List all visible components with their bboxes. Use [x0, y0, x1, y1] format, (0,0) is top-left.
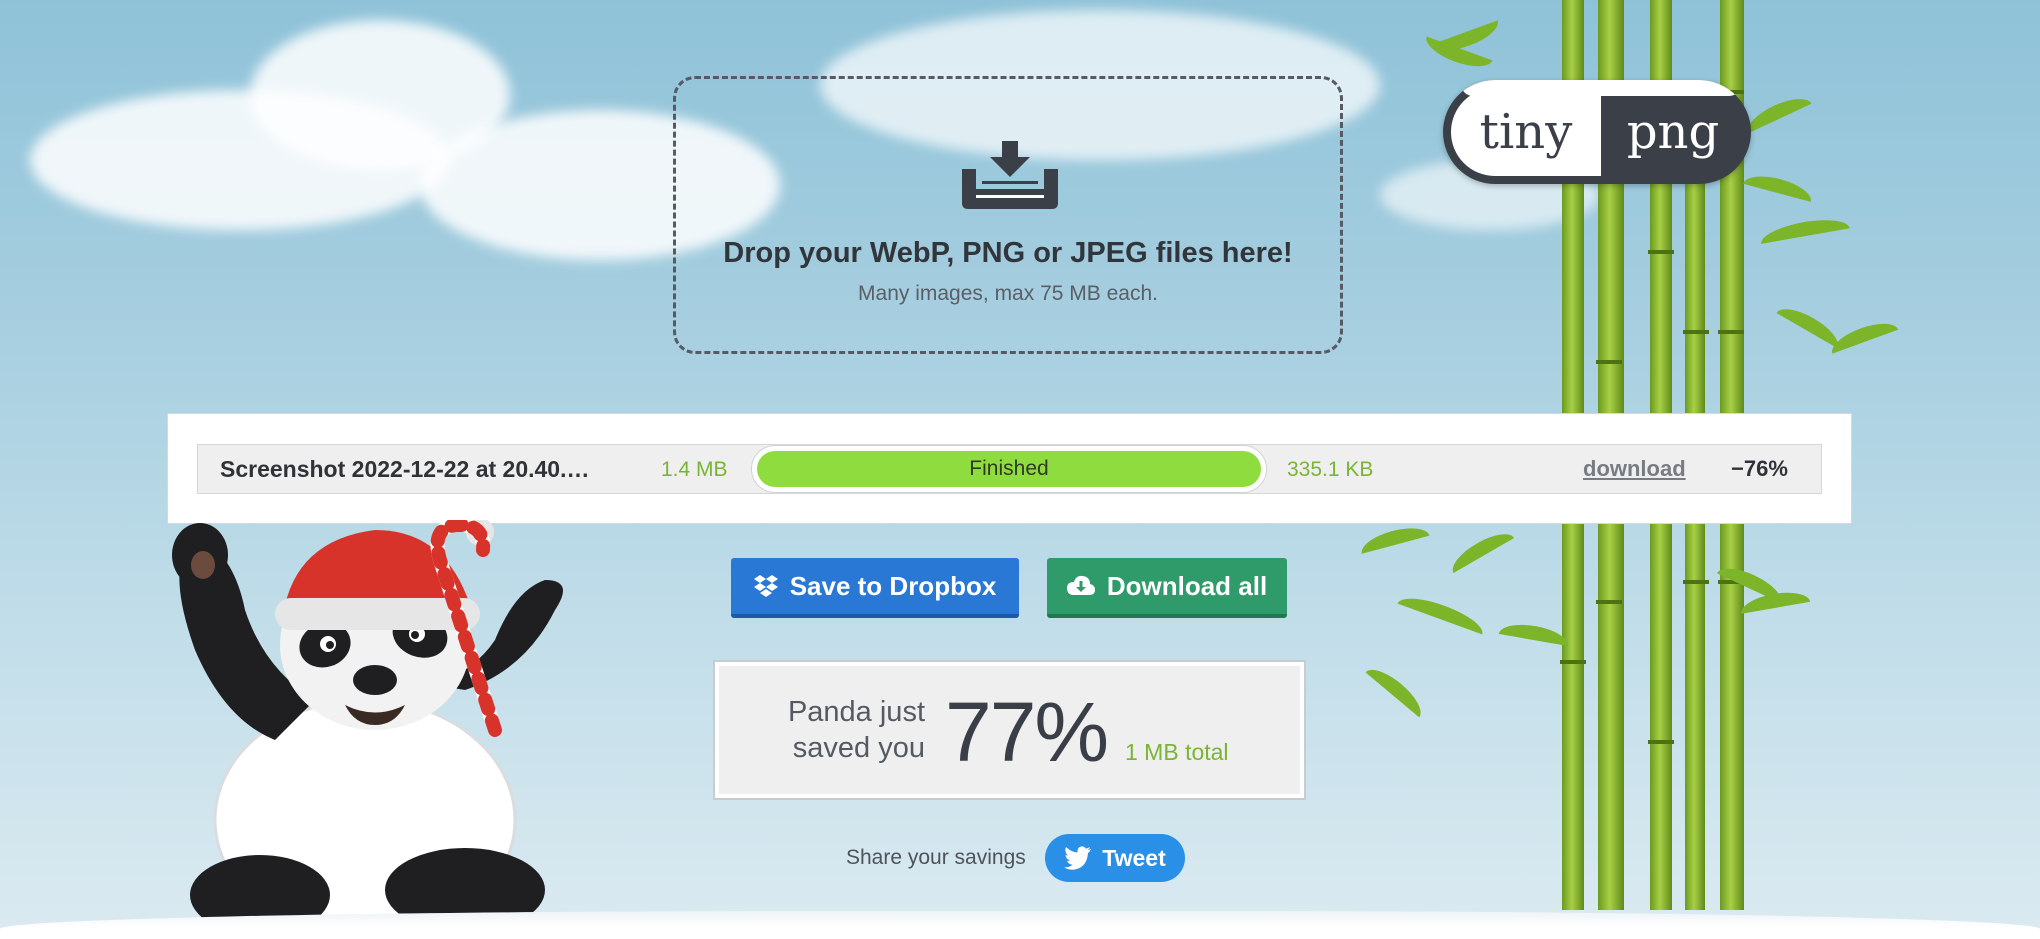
drop-zone-title: Drop your WebP, PNG or JPEG files here!	[723, 237, 1293, 269]
tweet-label: Tweet	[1102, 844, 1166, 871]
twitter-bird-icon	[1064, 846, 1092, 870]
dropbox-icon	[753, 575, 778, 597]
logo-tiny-text: tiny	[1479, 104, 1573, 160]
cloud-download-icon	[1066, 575, 1095, 595]
results-panel: Screenshot 2022-12-22 at 20.40.… 1.4 MB …	[167, 413, 1852, 524]
reduction-percent: −76%	[1731, 456, 1788, 481]
panda-mascot-illustration	[172, 520, 563, 920]
file-name: Screenshot 2022-12-22 at 20.40.…	[220, 456, 590, 482]
download-all-button[interactable]: Download all	[1047, 558, 1287, 618]
savings-percent: 77%	[945, 685, 1109, 779]
progress-bar: Finished	[751, 445, 1267, 493]
file-result-row: Screenshot 2022-12-22 at 20.40.… 1.4 MB …	[197, 444, 1822, 494]
download-tray-icon	[962, 141, 1058, 209]
savings-summary: Panda just saved you 77% 1 MB total	[713, 660, 1306, 800]
save-to-dropbox-button[interactable]: Save to Dropbox	[731, 558, 1019, 618]
share-label: Share your savings	[846, 846, 1026, 869]
tinypng-logo[interactable]: tiny png	[1443, 80, 1751, 184]
snow-ground	[0, 911, 2040, 939]
progress-status: Finished	[969, 457, 1049, 480]
download-all-label: Download all	[1106, 570, 1268, 601]
savings-caption-line2: saved you	[792, 732, 925, 764]
savings-total: 1 MB total	[1125, 739, 1229, 765]
savings-caption-line1: Panda just	[787, 696, 925, 728]
savings-caption: Panda just saved you	[775, 694, 925, 766]
save-to-dropbox-label: Save to Dropbox	[789, 570, 997, 601]
file-drop-zone[interactable]: Drop your WebP, PNG or JPEG files here! …	[673, 76, 1343, 354]
compressed-size: 335.1 KB	[1287, 458, 1374, 481]
tweet-button[interactable]: Tweet	[1045, 834, 1185, 882]
download-link[interactable]: download	[1583, 456, 1686, 482]
logo-png-text: png	[1626, 104, 1720, 160]
logo-right-half: png	[1603, 88, 1743, 176]
logo-left-half: tiny	[1451, 88, 1601, 176]
drop-zone-subtitle: Many images, max 75 MB each.	[858, 282, 1158, 305]
original-size: 1.4 MB	[661, 458, 728, 481]
